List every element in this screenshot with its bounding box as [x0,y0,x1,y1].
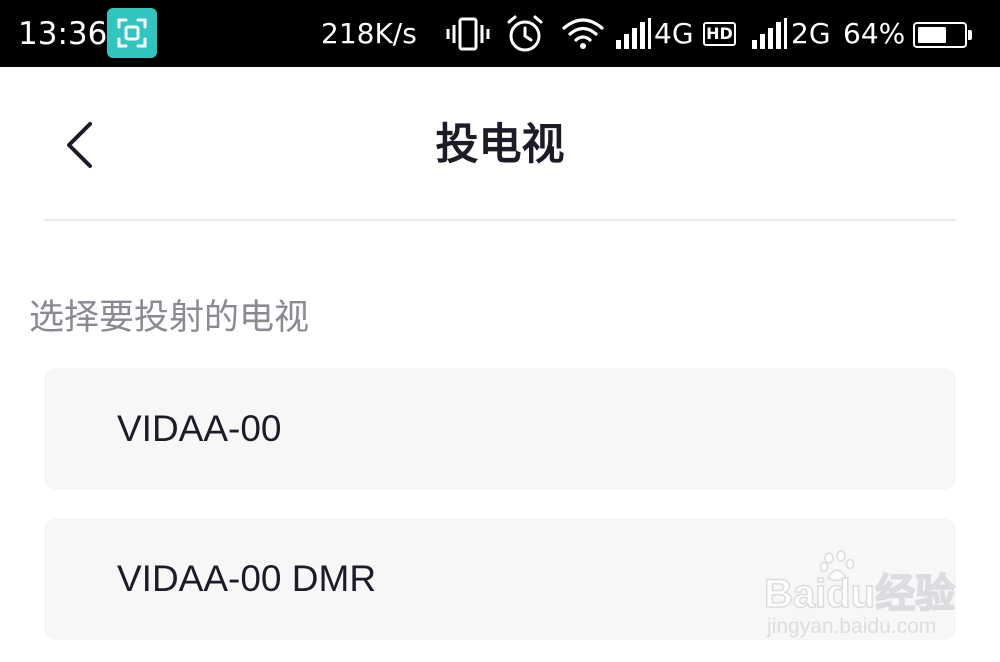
signal-type-2: 2G [791,17,831,50]
tv-device-item[interactable]: VIDAA-00 [44,368,956,490]
baidu-watermark: Baidu经验 jingyan.baidu.com [763,548,964,648]
section-label: 选择要投射的电视 [29,298,310,338]
header-divider [44,219,956,221]
watermark-url: jingyan.baidu.com [767,615,937,638]
watermark-logo-text: Baidu经验 [763,571,956,617]
signal-type-1: 4G [654,17,694,50]
screenshot-icon [107,8,157,58]
hd-badge: HD [703,22,736,46]
signal-icon [614,18,654,54]
tv-device-name: VIDAA-00 DMR [117,558,377,599]
signal-icon [750,18,790,54]
page-title: 投电视 [435,120,565,170]
battery-icon [913,22,967,48]
tv-device-name: VIDAA-00 [117,408,282,449]
wifi-icon [561,16,605,54]
vibrate-icon [446,16,490,56]
status-bar: 13:36 218K/s 4G HD 2G 64% [0,0,1000,67]
battery-level [918,27,946,43]
battery-percent: 64% [843,17,906,50]
network-speed: 218K/s [321,17,417,50]
battery-tip [968,30,972,40]
status-time: 13:36 [18,16,108,52]
alarm-icon [505,14,545,58]
